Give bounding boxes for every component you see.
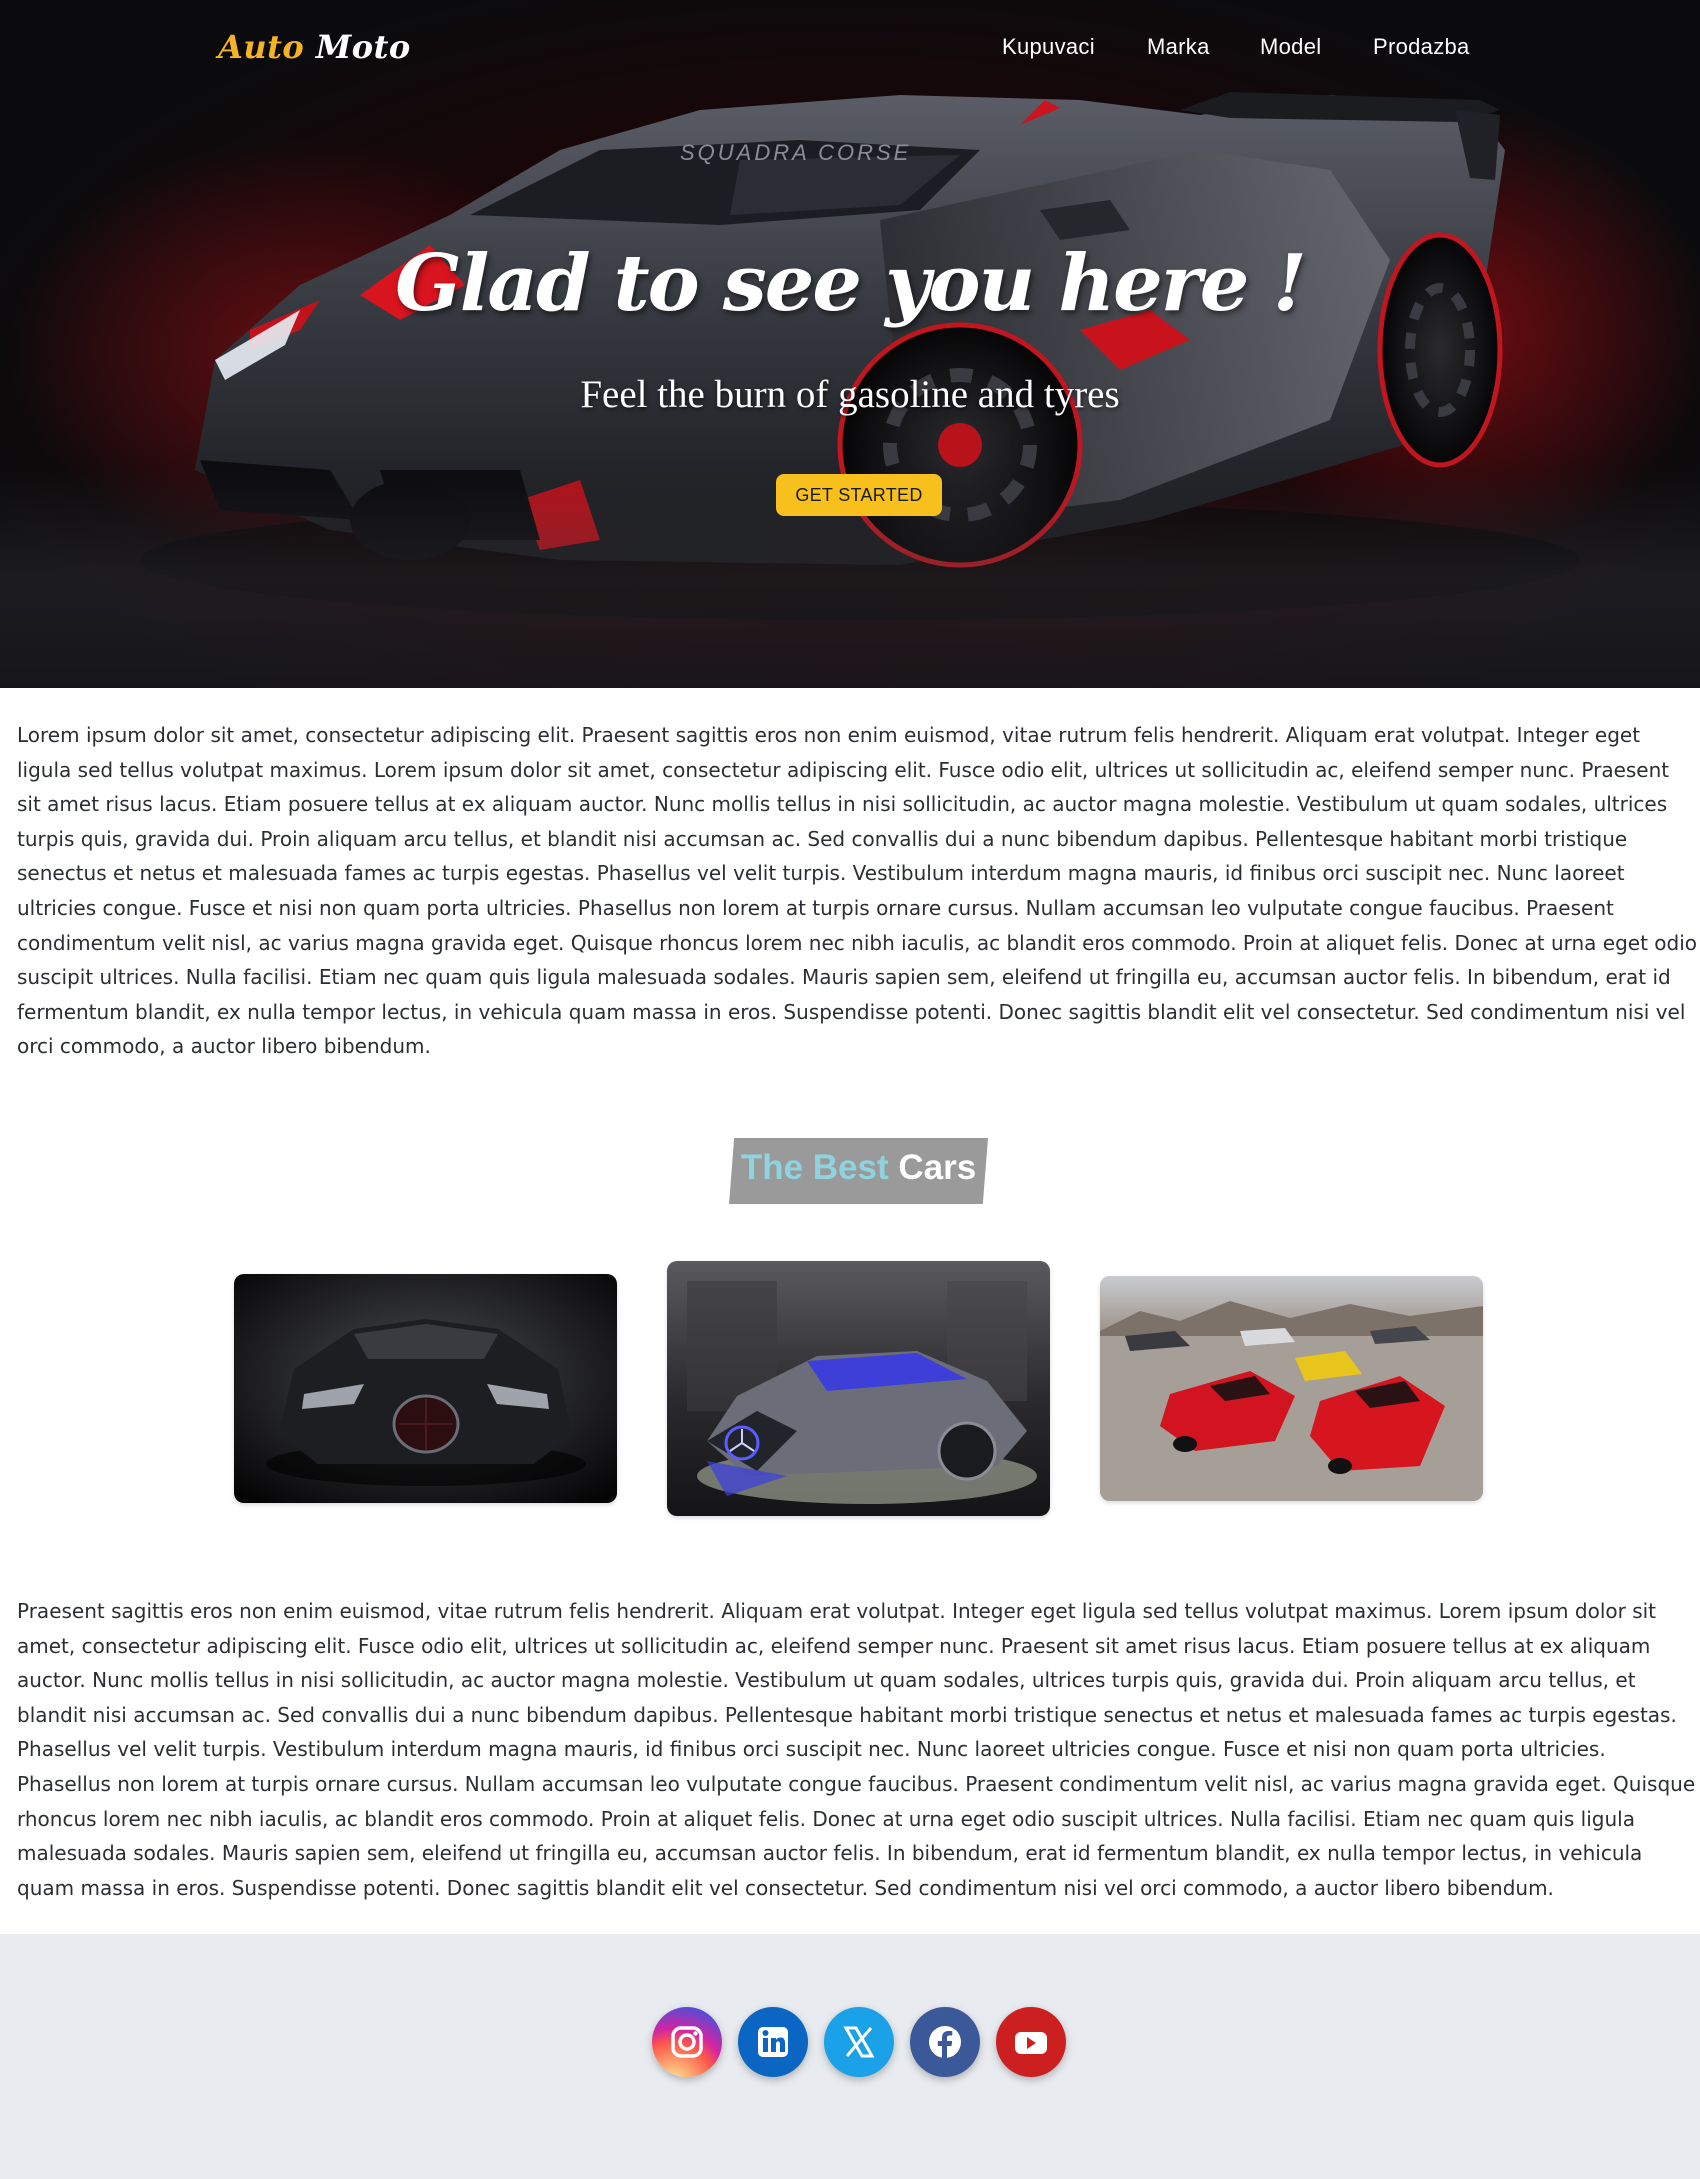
- outro-paragraph: Praesent sagittis eros non enim euismod,…: [17, 1599, 1696, 1900]
- instagram-icon: [671, 2026, 703, 2058]
- main-nav: Kupuvaci Marka Model Prodazba: [0, 34, 1700, 64]
- nav-link-marka[interactable]: Marka: [1147, 34, 1210, 60]
- car-lettering: SQUADRA CORSE: [680, 140, 911, 165]
- linkedin-link[interactable]: [738, 2007, 808, 2077]
- car-card-bugatti[interactable]: [234, 1274, 617, 1503]
- best-cars-heading-part2: Cars: [898, 1148, 977, 1187]
- bugatti-photo: [234, 1274, 617, 1503]
- best-cars-heading-part1: The Best: [740, 1148, 889, 1187]
- intro-paragraph: Lorem ipsum dolor sit amet, consectetur …: [17, 723, 1698, 1059]
- x-icon: [843, 2026, 875, 2058]
- get-started-button[interactable]: GET STARTED: [776, 474, 942, 516]
- x-link[interactable]: [824, 2007, 894, 2077]
- hero-subtitle: Feel the burn of gasoline and tyres: [580, 373, 1120, 416]
- nav-link-kupuvaci[interactable]: Kupuvaci: [1002, 34, 1095, 60]
- hero-title: Glad to see you here !: [395, 238, 1307, 329]
- instagram-link[interactable]: [652, 2007, 722, 2077]
- best-cars-heading: The Best Cars: [729, 1148, 988, 1188]
- car-card-mercedes[interactable]: [667, 1261, 1050, 1516]
- nav-link-model[interactable]: Model: [1260, 34, 1321, 60]
- hero-section: SQUADRA CORSE Auto Moto Kupuvaci Marka M…: [0, 0, 1700, 688]
- facebook-link[interactable]: [910, 2007, 980, 2077]
- youtube-link[interactable]: [996, 2007, 1066, 2077]
- car-card-ferraris[interactable]: [1100, 1276, 1483, 1501]
- ferraris-photo: [1100, 1276, 1483, 1501]
- nav-link-prodazba[interactable]: Prodazba: [1373, 34, 1470, 60]
- mercedes-photo: [667, 1261, 1050, 1516]
- facebook-icon: [929, 2026, 961, 2059]
- linkedin-icon: [758, 2027, 788, 2057]
- youtube-icon: [1015, 2032, 1047, 2054]
